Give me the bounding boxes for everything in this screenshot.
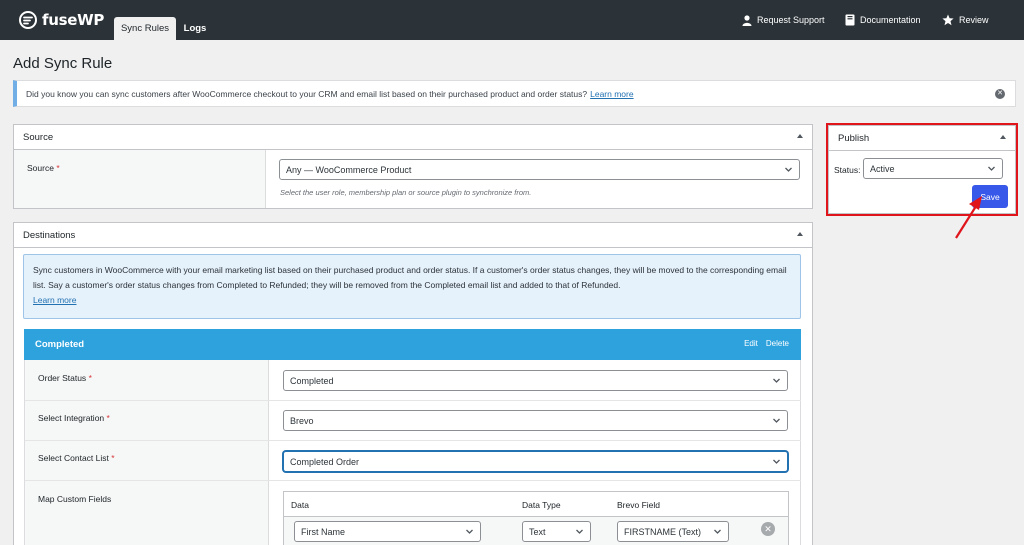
info-notice: Did you know you can sync customers afte… — [13, 80, 1016, 107]
user-icon — [742, 14, 752, 26]
page-title: Add Sync Rule — [13, 55, 113, 72]
source-field-label: Source * — [27, 163, 60, 173]
column-header-brevo-field: Brevo Field — [617, 500, 660, 510]
tab-sync-rules[interactable]: Sync Rules — [114, 17, 176, 40]
status-select-value: Active — [870, 163, 895, 174]
order-status-value: Completed — [290, 375, 334, 386]
source-select[interactable]: Any — WooCommerce Product — [279, 159, 800, 180]
brevo-field-select[interactable]: FIRSTNAME (Text) — [617, 521, 729, 542]
map-custom-fields-label: Map Custom Fields — [38, 494, 112, 504]
chevron-down-icon — [773, 459, 780, 464]
source-box-title: Source — [23, 131, 54, 143]
destinations-info-text: Sync customers in WooCommerce with your … — [33, 265, 787, 290]
review-label: Review — [959, 15, 989, 25]
table-row: First Name Text FIRSTNAME (Text) ✕ — [284, 517, 788, 545]
remove-row-icon[interactable]: ✕ — [761, 522, 775, 536]
star-icon — [942, 14, 954, 26]
integration-value: Brevo — [290, 415, 314, 426]
logo-text: fuseWP — [42, 11, 105, 29]
select-contact-list-label: Select Contact List * — [38, 453, 115, 463]
chevron-down-icon — [785, 167, 792, 172]
documentation-label: Documentation — [860, 15, 921, 25]
status-label: Status: — [834, 165, 861, 175]
select-integration-label-text: Select Integration — [38, 413, 105, 423]
chevron-down-icon — [773, 418, 780, 423]
destinations-info-box: Sync customers in WooCommerce with your … — [23, 254, 801, 319]
request-support-label: Request Support — [757, 15, 825, 25]
status-select[interactable]: Active — [863, 158, 1003, 179]
source-select-value: Any — WooCommerce Product — [286, 164, 412, 175]
fusewp-logo[interactable]: fuseWP — [19, 11, 104, 29]
integration-select[interactable]: Brevo — [283, 410, 788, 431]
row-divider — [25, 400, 801, 401]
rule-header: Completed Edit Delete — [24, 329, 801, 360]
order-status-label: Order Status * — [38, 373, 92, 383]
data-select-value: First Name — [301, 526, 346, 537]
contact-list-select[interactable]: Completed Order — [283, 451, 788, 472]
column-header-data: Data — [291, 500, 309, 510]
brevo-field-value: FIRSTNAME (Text) — [624, 526, 702, 537]
destinations-box-title: Destinations — [23, 229, 76, 241]
source-box-header[interactable]: Source — [14, 125, 812, 150]
column-header-data-type: Data Type — [522, 500, 561, 510]
edit-link[interactable]: Edit — [744, 339, 758, 348]
source-label-cell — [14, 150, 266, 208]
top-bar: fuseWP Sync Rules Logs Request Support D… — [0, 0, 1024, 40]
collapse-arrow-icon[interactable] — [1000, 135, 1006, 139]
tab-logs[interactable]: Logs — [180, 17, 210, 40]
publish-box-header[interactable]: Publish — [829, 126, 1015, 151]
notice-text: Did you know you can sync customers afte… — [26, 88, 588, 99]
publish-box-title: Publish — [838, 132, 870, 144]
fusewp-logo-icon — [19, 11, 37, 29]
close-icon[interactable]: ✕ — [995, 89, 1005, 99]
source-description: Select the user role, membership plan or… — [280, 188, 532, 197]
chevron-down-icon — [466, 529, 473, 534]
order-status-select[interactable]: Completed — [283, 370, 788, 391]
rule-title: Completed — [35, 339, 85, 350]
chevron-down-icon — [714, 529, 721, 534]
select-contact-list-label-text: Select Contact List — [38, 453, 109, 463]
chevron-down-icon — [773, 378, 780, 383]
chevron-down-icon — [988, 166, 995, 171]
save-button[interactable]: Save — [972, 185, 1008, 208]
select-integration-label: Select Integration * — [38, 413, 110, 423]
data-select[interactable]: First Name — [294, 521, 481, 542]
data-type-select[interactable]: Text — [522, 521, 591, 542]
row-divider — [25, 440, 801, 441]
book-icon — [845, 14, 855, 26]
contact-list-value: Completed Order — [290, 456, 360, 467]
collapse-arrow-icon[interactable] — [797, 232, 803, 236]
review-link[interactable]: Review — [942, 13, 989, 27]
map-fields-table: Data Data Type Brevo Field First Name Te… — [283, 491, 789, 545]
row-divider — [25, 480, 801, 481]
map-table-header: Data Data Type Brevo Field — [284, 492, 788, 517]
source-label-text: Source — [27, 163, 54, 173]
data-type-value: Text — [529, 526, 546, 537]
order-status-label-text: Order Status — [38, 373, 87, 383]
chevron-down-icon — [576, 529, 583, 534]
collapse-arrow-icon[interactable] — [797, 134, 803, 138]
delete-link[interactable]: Delete — [766, 339, 789, 348]
destinations-box-header[interactable]: Destinations — [14, 223, 812, 248]
required-mark: * — [106, 413, 110, 423]
required-mark: * — [111, 453, 115, 463]
notice-learn-more-link[interactable]: Learn more — [590, 89, 633, 99]
request-support-link[interactable]: Request Support — [742, 13, 825, 27]
required-mark: * — [56, 163, 60, 173]
destinations-learn-more-link[interactable]: Learn more — [33, 295, 76, 305]
documentation-link[interactable]: Documentation — [845, 13, 921, 27]
required-mark: * — [88, 373, 92, 383]
